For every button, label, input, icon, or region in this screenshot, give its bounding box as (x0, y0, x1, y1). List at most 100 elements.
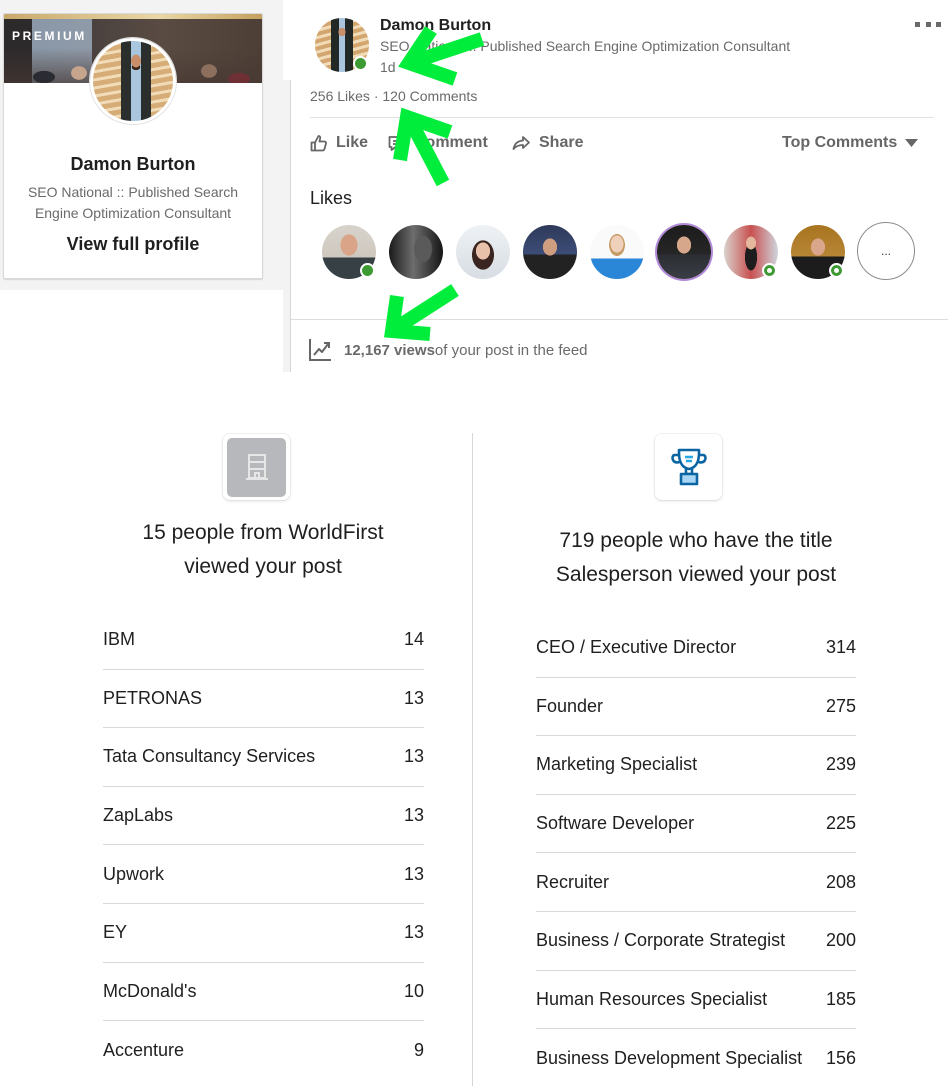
post-author-headline: SEO National :: Published Search Engine … (380, 38, 791, 54)
post-panel-border (290, 80, 291, 372)
post-panel (290, 0, 948, 372)
company-count: 9 (413, 1039, 424, 1060)
job-title-count: 200 (825, 930, 856, 951)
company-count: 13 (403, 687, 424, 708)
divider (310, 117, 934, 118)
premium-badge: PREMIUM (12, 29, 87, 43)
like-icon (310, 135, 327, 152)
post-views[interactable]: 12,167 views of your post in the feed (308, 338, 588, 362)
comment-button[interactable]: Comment (387, 131, 488, 155)
post-author-name[interactable]: Damon Burton (380, 17, 491, 35)
job-title-name: Business Development Specialist (536, 1047, 803, 1068)
like-label: Like (336, 134, 369, 151)
liker-avatar[interactable] (657, 225, 711, 279)
company-count: 13 (403, 746, 424, 767)
company-name: Tata Consultancy Services (103, 746, 316, 767)
company-row[interactable]: PETRONAS 13 (103, 670, 424, 729)
job-title-count: 275 (825, 695, 856, 716)
more-options-icon[interactable] (915, 22, 941, 30)
company-count: 14 (403, 629, 424, 650)
company-count: 10 (403, 980, 424, 1001)
company-name: PETRONAS (103, 687, 203, 708)
trophy-icon (670, 448, 707, 486)
count-separator: · (369, 88, 383, 104)
company-name: EY (103, 922, 128, 943)
profile-card: PREMIUM Damon Burton SEO National :: Pub… (3, 13, 263, 279)
liker-avatar[interactable] (590, 225, 644, 279)
job-title-name: CEO / Executive Director (536, 637, 737, 658)
company-insight-title: 15 people from WorldFirst viewed your po… (142, 521, 384, 578)
column-divider (472, 433, 473, 1086)
view-full-profile-link[interactable]: View full profile (4, 234, 262, 255)
company-tile (223, 434, 290, 500)
presence-indicator (829, 263, 844, 278)
comment-icon (388, 136, 406, 151)
liker-avatar[interactable] (389, 225, 443, 279)
profile-name[interactable]: Damon Burton (4, 154, 262, 175)
company-name: IBM (103, 629, 136, 650)
job-title-count: 314 (825, 637, 856, 658)
social-counts: 256 Likes · 120 Comments (310, 88, 477, 104)
job-title-name: Marketing Specialist (536, 754, 698, 775)
more-likers-button[interactable]: ... (857, 222, 915, 280)
job-title-name: Human Resources Specialist (536, 988, 768, 1009)
job-title-row[interactable]: Recruiter 208 (536, 853, 856, 912)
sort-label: Top Comments (782, 134, 898, 151)
company-name: McDonald's (103, 980, 197, 1001)
job-title-row[interactable]: Marketing Specialist 239 (536, 736, 856, 795)
job-title-count: 185 (825, 988, 856, 1009)
profile-avatar[interactable] (90, 38, 176, 124)
job-title-name: Business / Corporate Strategist (536, 930, 786, 951)
company-row[interactable]: ZapLabs 13 (103, 787, 424, 846)
company-row[interactable]: EY 13 (103, 904, 424, 963)
likes-count-link[interactable]: 256 Likes (310, 88, 370, 104)
job-title-tile (655, 434, 722, 500)
building-icon (245, 454, 268, 480)
share-button[interactable]: Share (511, 131, 583, 155)
job-title-count: 225 (825, 813, 856, 834)
like-button[interactable]: Like (309, 131, 368, 155)
online-status-dot (353, 56, 368, 71)
share-label: Share (539, 134, 584, 151)
comment-label: Comment (414, 134, 488, 151)
profile-headline: SEO National :: Published Search Engine … (27, 184, 239, 221)
job-title-name: Founder (536, 695, 604, 716)
company-row[interactable]: Upwork 13 (103, 845, 424, 904)
job-title-row[interactable]: Business Development Specialist 156 (536, 1029, 856, 1088)
post-timestamp: 1d (380, 59, 396, 75)
liker-avatar[interactable] (322, 225, 376, 279)
job-title-row[interactable]: Founder 275 (536, 678, 856, 737)
company-count: 13 (403, 922, 424, 943)
liker-avatar[interactable] (456, 225, 510, 279)
company-name: Accenture (103, 1039, 185, 1060)
job-title-name: Software Developer (536, 813, 695, 834)
company-name: Upwork (103, 863, 165, 884)
sort-comments-dropdown[interactable]: Top Comments (782, 131, 919, 155)
company-row[interactable]: IBM 14 (103, 611, 424, 670)
company-row[interactable]: Tata Consultancy Services 13 (103, 728, 424, 787)
presence-indicator (360, 263, 375, 278)
views-suffix: of your post in the feed (434, 341, 588, 359)
liker-avatar[interactable] (791, 225, 845, 279)
views-count: 12,167 views (344, 341, 435, 359)
job-title-row[interactable]: Business / Corporate Strategist 200 (536, 912, 856, 971)
job-title-insight-title: 719 people who have the title Salesperso… (555, 529, 837, 586)
job-title-count: 208 (825, 871, 856, 892)
job-title-row[interactable]: CEO / Executive Director 314 (536, 619, 856, 678)
liker-avatar[interactable] (523, 225, 577, 279)
company-row[interactable]: McDonald's 10 (103, 963, 424, 1022)
job-title-row[interactable]: Human Resources Specialist 185 (536, 971, 856, 1030)
page-background-strip (283, 80, 290, 372)
comments-count-link[interactable]: 120 Comments (382, 88, 477, 104)
liker-avatar[interactable] (724, 225, 778, 279)
job-title-count: 239 (825, 754, 856, 775)
presence-indicator (762, 263, 777, 278)
job-title-row[interactable]: Software Developer 225 (536, 795, 856, 854)
company-count: 13 (403, 805, 424, 826)
company-list: IBM 14 PETRONAS 13 Tata Consultancy Servic… (103, 611, 424, 1080)
divider (291, 319, 948, 320)
trending-chart-icon (309, 339, 331, 361)
job-title-list: CEO / Executive Director 314 Founder 275 M… (536, 619, 856, 1088)
share-icon (512, 136, 530, 150)
company-row[interactable]: Accenture 9 (103, 1021, 424, 1080)
